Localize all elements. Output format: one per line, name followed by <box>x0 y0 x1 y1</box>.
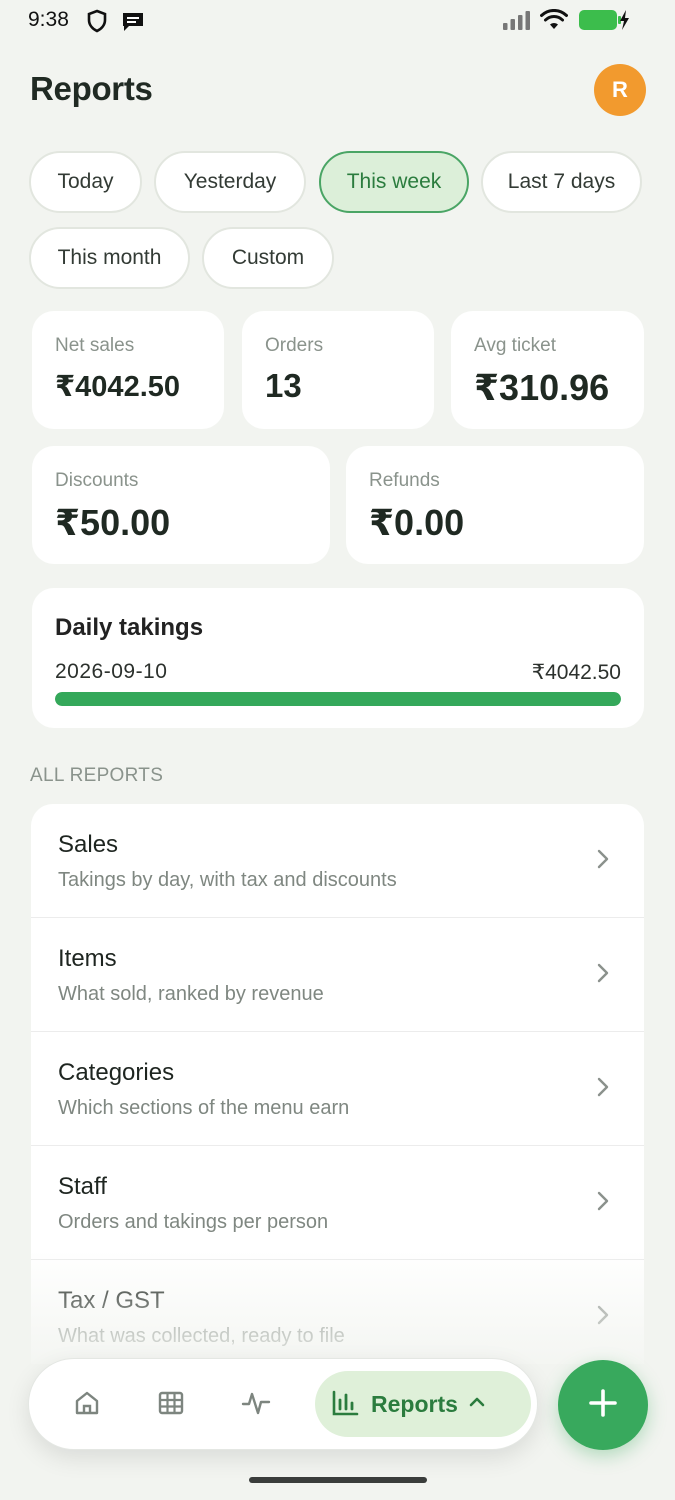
chevron-right-icon <box>596 1190 610 1217</box>
report-row-sales[interactable]: Sales Takings by day, with tax and disco… <box>31 804 644 918</box>
stat-value: 13 <box>265 367 302 404</box>
chip-yesterday[interactable]: Yesterday <box>154 151 306 213</box>
wifi-icon <box>540 8 568 36</box>
stat-label: Refunds <box>369 470 440 491</box>
chevron-right-icon <box>596 848 610 875</box>
report-subtitle: Takings by day, with tax and discounts <box>58 869 397 891</box>
home-icon <box>73 1389 101 1422</box>
report-title: Staff <box>58 1173 107 1200</box>
report-row-items[interactable]: Items What sold, ranked by revenue <box>31 918 644 1032</box>
report-list: Sales Takings by day, with tax and disco… <box>31 804 644 1364</box>
stat-label: Avg ticket <box>474 335 557 356</box>
chip-last-7-days[interactable]: Last 7 days <box>481 151 642 213</box>
report-subtitle: Orders and takings per person <box>58 1211 329 1233</box>
report-subtitle: What was collected, ready to file <box>58 1325 345 1347</box>
nav-activity[interactable] <box>236 1385 276 1425</box>
stat-card-refunds: Refunds ₹0.00 <box>346 446 644 564</box>
daily-takings-title: Daily takings <box>55 614 204 641</box>
daily-takings-bar <box>55 692 621 706</box>
chevron-right-icon <box>596 1304 610 1331</box>
bar-chart-icon <box>331 1389 359 1422</box>
daily-takings-date: 2026-09-10 <box>55 660 168 683</box>
message-icon <box>121 11 145 38</box>
chevron-up-icon <box>469 1395 485 1413</box>
signal-icon <box>502 10 532 35</box>
nav-tables[interactable] <box>151 1385 191 1425</box>
report-title: Sales <box>58 831 119 858</box>
report-subtitle: Which sections of the menu earn <box>58 1097 350 1119</box>
plus-icon <box>587 1387 619 1424</box>
chip-custom[interactable]: Custom <box>202 227 334 289</box>
stat-label: Net sales <box>55 335 135 356</box>
chip-this-month[interactable]: This month <box>29 227 190 289</box>
section-label-all-reports: ALL REPORTS <box>30 765 164 786</box>
stat-value: ₹4042.50 <box>55 371 181 403</box>
nav-home[interactable] <box>67 1385 107 1425</box>
status-bar: 9:38 <box>0 0 675 40</box>
shield-icon <box>86 9 108 38</box>
home-indicator <box>249 1477 427 1483</box>
stat-card-net-sales: Net sales ₹4042.50 <box>32 311 224 429</box>
chip-today[interactable]: Today <box>29 151 142 213</box>
grid-icon <box>157 1389 185 1422</box>
activity-icon <box>241 1389 271 1422</box>
report-title: Items <box>58 945 117 972</box>
stat-value: ₹50.00 <box>55 502 171 543</box>
chip-this-week[interactable]: This week <box>319 151 469 213</box>
add-button[interactable] <box>558 1360 648 1450</box>
avatar[interactable]: R <box>594 64 646 116</box>
daily-takings-card: Daily takings 2026-09-10 ₹4042.50 <box>32 588 644 728</box>
report-title: Categories <box>58 1059 175 1086</box>
report-row-tax-gst[interactable]: Tax / GST What was collected, ready to f… <box>31 1260 644 1364</box>
report-row-categories[interactable]: Categories Which sections of the menu ea… <box>31 1032 644 1146</box>
stat-value: ₹310.96 <box>474 367 610 408</box>
stat-card-discounts: Discounts ₹50.00 <box>32 446 330 564</box>
page-title: Reports <box>30 70 153 107</box>
stat-value: ₹0.00 <box>369 502 465 543</box>
report-subtitle: What sold, ranked by revenue <box>58 983 324 1005</box>
nav-reports[interactable]: Reports <box>315 1371 531 1437</box>
battery-charging-icon <box>578 8 630 37</box>
daily-takings-bar-fill <box>55 692 621 706</box>
chevron-right-icon <box>596 1076 610 1103</box>
stat-card-orders: Orders 13 <box>242 311 434 429</box>
report-row-staff[interactable]: Staff Orders and takings per person <box>31 1146 644 1260</box>
report-title: Tax / GST <box>58 1287 165 1314</box>
stat-card-avg-ticket: Avg ticket ₹310.96 <box>451 311 644 429</box>
nav-reports-label: Reports <box>371 1391 458 1417</box>
stat-label: Orders <box>265 335 324 356</box>
status-time: 9:38 <box>28 8 69 31</box>
bottom-nav: Reports <box>28 1358 538 1450</box>
stat-label: Discounts <box>55 470 139 491</box>
daily-takings-amount: ₹4042.50 <box>531 661 621 684</box>
chevron-right-icon <box>596 962 610 989</box>
